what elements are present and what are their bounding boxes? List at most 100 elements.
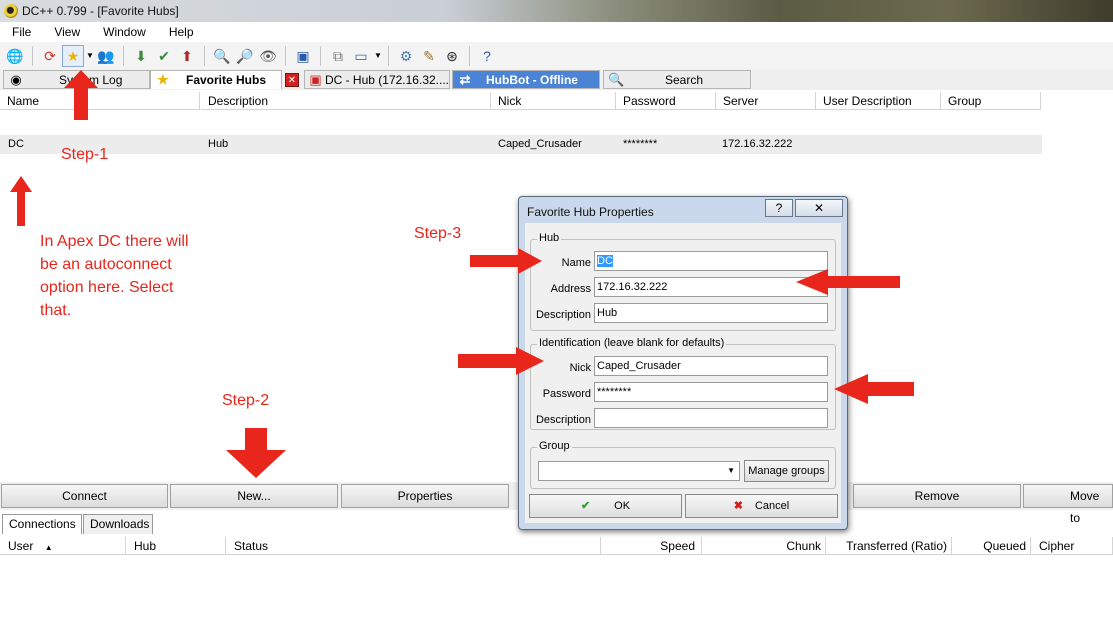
help-icon[interactable]: ? [476,45,498,67]
tab-search[interactable]: 🔍 Search [603,70,751,89]
note-line: In Apex DC there will [40,233,189,250]
description-field[interactable]: Hub [594,303,828,323]
group-select[interactable]: ▼ [538,461,740,481]
address-field[interactable]: 172.16.32.222 [594,277,828,297]
finished-icon[interactable]: ✔ [153,45,175,67]
hub-server-cell: 172.16.32.222 [722,138,793,150]
new-button[interactable]: New... [170,484,338,508]
identification-group-label: Identification (leave blank for defaults… [537,337,727,349]
menu-help[interactable]: Help [156,25,204,39]
nick-pointer-arrow [458,347,544,375]
note-line: be an autoconnect [40,256,172,273]
col-name[interactable]: Name [0,92,200,110]
col-status[interactable]: Status [226,537,601,555]
star-icon[interactable]: ★ [62,44,84,67]
hub-nick-cell: Caped_Crusader [498,138,582,150]
col-transferred[interactable]: Transferred (Ratio) [826,537,952,555]
ok-label: OK [614,500,631,512]
tab-favorite-hubs[interactable]: ★ Favorite Hubs [150,70,282,89]
step1-label: Step-1 [61,146,109,163]
search-icon[interactable]: 🔍 [211,45,233,67]
notepad-icon[interactable]: ▣ [292,45,314,67]
globe-icon[interactable]: 🌐 [4,45,26,67]
password-label: Password [542,388,591,400]
cancel-button[interactable]: ✖ Cancel [685,494,838,518]
system-log-icon: ◉ [10,71,22,87]
search-icon: 🔍 [608,71,625,87]
step2-label: Step-2 [222,392,270,409]
close-button[interactable]: ✕ [795,199,843,217]
chevron-down-icon[interactable]: ▼ [85,45,95,67]
title-bar: DC++ 0.799 - [Favorite Hubs] [0,0,1113,22]
name-value: DC [597,255,613,267]
col-cipher[interactable]: Cipher [1031,537,1113,555]
net-stats-icon[interactable]: ⧉ [327,45,349,67]
move-to-button[interactable]: Move to [1023,484,1113,525]
tab-downloads[interactable]: Downloads [83,514,153,534]
spy-icon[interactable]: 👁 [257,45,279,67]
favorite-hub-properties-dialog: Favorite Hub Properties ? ✕ Hub Name DC … [518,196,848,530]
queue-icon[interactable]: ⬇ [130,45,152,67]
menu-file[interactable]: File [0,25,41,39]
close-icon[interactable]: ✕ [285,73,299,87]
chevron-down-icon: ▼ [727,466,735,475]
dialog-body: Hub Name DC Address 172.16.32.222 Descri… [525,223,841,523]
cancel-label: Cancel [754,500,790,512]
col-server[interactable]: Server [716,92,816,110]
checkmark-icon: ✔ [580,500,591,512]
adl-search-icon[interactable]: 🔎 [234,45,256,67]
nick-field[interactable]: Caped_Crusader [594,356,828,376]
hub-name-cell: DC [8,138,24,150]
password-field[interactable]: ******** [594,382,828,402]
col-speed[interactable]: Speed [601,537,702,555]
col-user[interactable]: User ▲ [0,537,126,555]
col-user-label: User [8,539,34,553]
manage-groups-button[interactable]: Manage groups [744,460,829,482]
col-chunk[interactable]: Chunk [702,537,826,555]
menu-window[interactable]: Window [90,25,156,39]
col-group[interactable]: Group [941,92,1041,110]
edit-icon[interactable]: ✎ [418,45,440,67]
settings-icon[interactable]: ⚙ [395,45,417,67]
chevron-down-icon[interactable]: ▼ [373,45,383,67]
ident-description-label: Description [535,414,591,426]
step3-label: Step-3 [414,225,462,242]
name-field[interactable]: DC [594,251,828,271]
cross-icon: ✖ [733,500,743,512]
tab-label: Favorite Hubs [186,73,267,87]
upload-icon[interactable]: ⬆ [176,45,198,67]
star-icon: ★ [157,72,169,87]
window-icon[interactable]: ▭ [350,45,372,67]
properties-button[interactable]: Properties [341,484,509,508]
col-user-description[interactable]: User Description [816,92,941,110]
window-title: DC++ 0.799 - [Favorite Hubs] [22,4,179,18]
tab-label: DC - Hub (172.16.32.... [324,72,449,87]
col-hub[interactable]: Hub [126,537,226,555]
col-description[interactable]: Description [201,92,491,110]
col-password[interactable]: Password [616,92,716,110]
note-line: that. [40,302,72,319]
tab-connections[interactable]: Connections [2,514,82,534]
step2-down-arrow [226,428,286,478]
hub-icon: ⇄ [459,71,471,87]
help-button[interactable]: ? [765,199,793,217]
about-icon[interactable]: ⊛ [441,45,463,67]
tab-label: Search [665,72,704,87]
ok-button[interactable]: ✔ OK [529,494,682,518]
col-nick[interactable]: Nick [491,92,616,110]
sort-asc-icon: ▲ [44,543,53,552]
note-line: option here. Select [40,279,174,296]
tab-dc-hub[interactable]: ▣ DC - Hub (172.16.32.... [304,70,450,89]
col-queued[interactable]: Queued [952,537,1031,555]
menu-view[interactable]: View [41,25,90,39]
password-pointer-arrow [834,374,914,404]
remove-button[interactable]: Remove [853,484,1021,508]
tab-hubbot[interactable]: ⇄ HubBot - Offline [452,70,600,89]
mdi-tab-bar: ◉ System Log ★ Favorite Hubs ✕ ▣ DC - Hu… [0,69,1113,90]
ident-description-field[interactable] [594,408,828,428]
users-icon[interactable]: 👥 [95,45,117,67]
connect-button[interactable]: Connect [1,484,168,508]
step1-up-arrow [64,70,98,120]
dialog-title: Favorite Hub Properties [527,205,654,219]
refresh-icon[interactable]: ⟳ [39,45,61,67]
